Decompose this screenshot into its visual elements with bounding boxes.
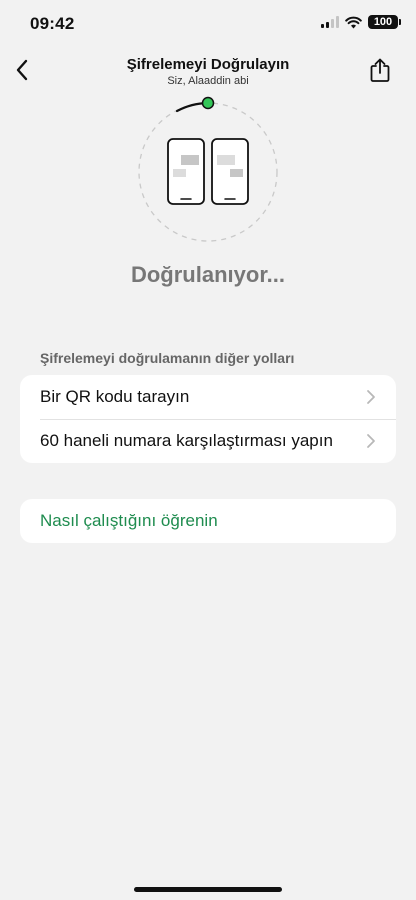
battery-icon: 100 bbox=[368, 15, 401, 29]
two-phones-icon bbox=[138, 96, 278, 242]
list-item-label: 60 haneli numara karşılaştırması yapın bbox=[40, 431, 333, 450]
signal-icon bbox=[321, 16, 339, 28]
list-item-label: Bir QR kodu tarayın bbox=[40, 387, 190, 406]
wifi-icon bbox=[345, 16, 362, 28]
page-subtitle: Siz, Alaaddin abi bbox=[167, 75, 249, 87]
compare-60-digit-number-row[interactable]: 60 haneli numara karşılaştırması yapın bbox=[20, 419, 396, 463]
chevron-right-icon bbox=[367, 390, 375, 404]
status-icons: 100 bbox=[321, 15, 401, 29]
status-time: 09:42 bbox=[30, 14, 75, 33]
section-header-other-ways: Şifrelemeyi doğrulamanın diğer yolları bbox=[40, 350, 295, 366]
other-ways-list: Bir QR kodu tarayın 60 haneli numara kar… bbox=[20, 375, 396, 463]
page-title: Şifrelemeyi Doğrulayın bbox=[126, 56, 290, 73]
learn-more-link[interactable]: Nasıl çalıştığını öğrenin bbox=[20, 499, 396, 543]
nav-bar: Şifrelemeyi Doğrulayın Siz, Alaaddin abi bbox=[0, 48, 416, 92]
nav-titles: Şifrelemeyi Doğrulayın Siz, Alaaddin abi bbox=[80, 56, 336, 88]
verification-illustration bbox=[128, 92, 288, 252]
home-indicator[interactable] bbox=[134, 887, 282, 892]
share-icon bbox=[370, 58, 390, 82]
chevron-right-icon bbox=[367, 434, 375, 448]
verification-status: Doğrulanıyor... bbox=[130, 262, 286, 287]
status-bar: 09:42 100 bbox=[0, 0, 416, 48]
share-button[interactable] bbox=[366, 54, 394, 86]
back-button[interactable] bbox=[8, 54, 36, 86]
chevron-left-icon bbox=[16, 59, 28, 81]
learn-more-card: Nasıl çalıştığını öğrenin bbox=[20, 499, 396, 543]
learn-more-label: Nasıl çalıştığını öğrenin bbox=[40, 511, 218, 530]
scan-qr-code-row[interactable]: Bir QR kodu tarayın bbox=[20, 375, 396, 419]
